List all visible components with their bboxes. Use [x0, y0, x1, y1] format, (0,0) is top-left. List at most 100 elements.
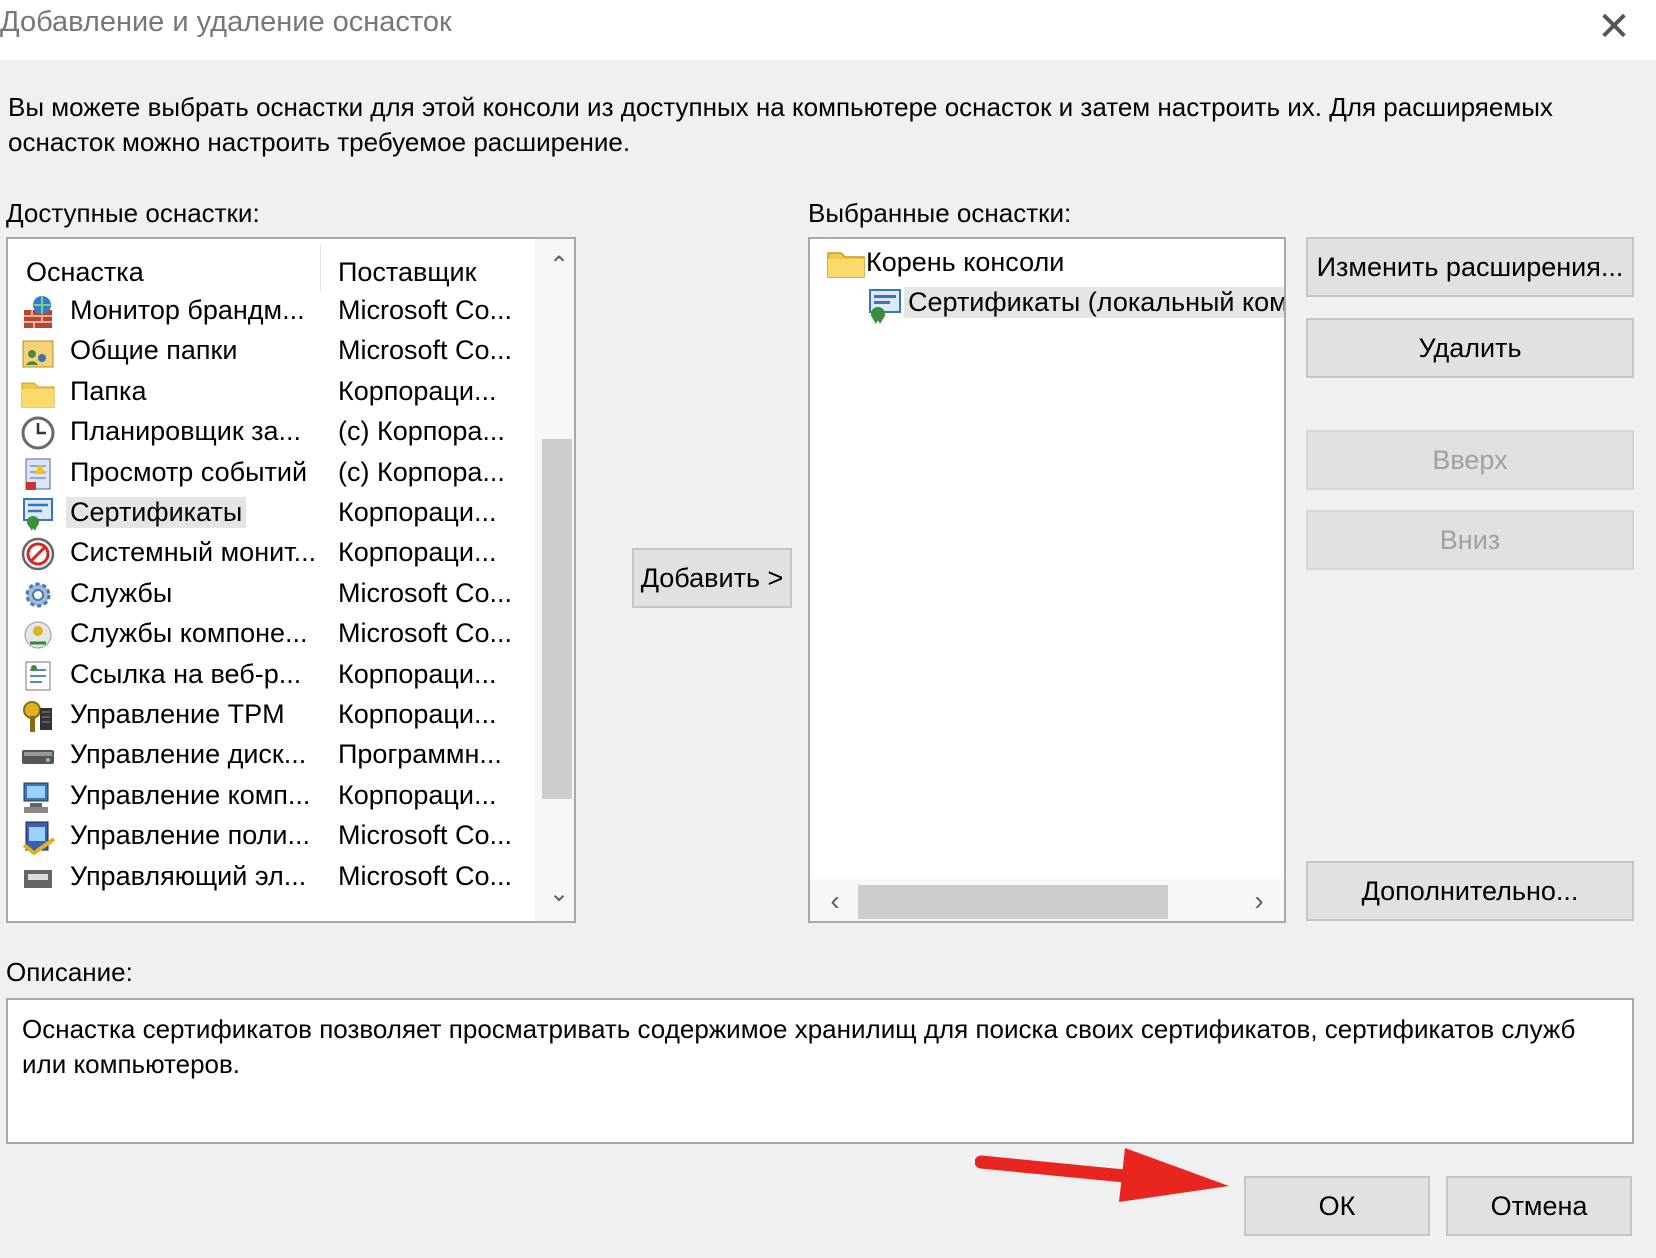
advanced-label: Дополнительно... [1361, 875, 1579, 906]
disk-icon [20, 738, 56, 774]
window-title: Добавление и удаление оснасток [0, 6, 452, 38]
list-item[interactable]: Управление поли... Microsoft Co... [8, 816, 528, 858]
remove-label: Удалить [1418, 332, 1522, 363]
available-label: Доступные оснастки: [6, 198, 260, 228]
snapin-name: Службы [70, 577, 173, 608]
gear-icon [20, 577, 56, 613]
list-item[interactable]: Службы Microsoft Co... [8, 574, 528, 616]
tree-child-certificates[interactable]: Сертификаты (локальный компьютер) [904, 287, 1284, 318]
list-item[interactable]: Управляющий эл... Microsoft Co... [8, 857, 528, 899]
list-item[interactable]: Службы компоне... Microsoft Co... [8, 614, 528, 656]
column-header-snapin[interactable]: Оснастка [26, 257, 144, 288]
description-box: Оснастка сертификатов позволяет просматр… [6, 998, 1634, 1144]
list-item[interactable]: Просмотр событий (c) Корпора... [8, 453, 528, 495]
annotation-arrow-icon [975, 1148, 1229, 1202]
snapin-vendor: Корпораци... [338, 537, 497, 568]
snapin-vendor: Microsoft Co... [338, 295, 513, 325]
add-button-label: Добавить > [640, 562, 784, 593]
title-bar: Добавление и удаление оснасток ✕ [0, 0, 1656, 60]
snapin-vendor: Microsoft Co... [338, 335, 513, 366]
list-item[interactable]: Ссылка на веб-р... Корпораци... [8, 655, 528, 697]
clock-icon [20, 415, 56, 451]
scroll-down-icon[interactable]: ⌄ [538, 873, 574, 913]
snapin-name: Просмотр событий [70, 456, 308, 487]
snapin-name: Монитор брандм... [70, 295, 305, 325]
list-item[interactable]: Сертификаты Корпораци... [8, 493, 528, 535]
move-up-label: Вверх [1432, 444, 1508, 475]
snapin-name: Планировщик за... [70, 416, 302, 447]
column-divider[interactable] [320, 245, 321, 291]
snapin-name: Сертификаты [66, 497, 247, 528]
folder-icon [20, 375, 56, 411]
move-down-label: Вниз [1439, 524, 1501, 555]
cancel-button[interactable]: Отмена [1446, 1176, 1632, 1236]
remove-button[interactable]: Удалить [1306, 318, 1634, 378]
snapin-vendor: Microsoft Co... [338, 577, 513, 608]
list-item[interactable]: Системный монит... Корпораци... [8, 533, 528, 575]
computer-management-icon [20, 779, 56, 815]
edit-extensions-button[interactable]: Изменить расширения... [1306, 237, 1634, 297]
move-up-button[interactable]: Вверх [1306, 430, 1634, 490]
available-snapins-list[interactable]: Оснастка Поставщик Монитор брандм... Micr… [6, 237, 576, 923]
horizontal-scrollbar[interactable]: ‹ › [810, 879, 1284, 921]
folder-icon [826, 245, 866, 281]
snapin-vendor: Корпораци... [338, 699, 497, 729]
vertical-scrollbar[interactable]: ⌃ ⌄ [534, 239, 574, 921]
control-icon [20, 860, 56, 896]
component-services-icon [20, 617, 56, 653]
scrollbar-thumb[interactable] [858, 885, 1168, 919]
advanced-button[interactable]: Дополнительно... [1306, 861, 1634, 921]
snapin-name: Папка [70, 375, 147, 406]
list-item[interactable]: Монитор брандм... Microsoft Co... [8, 291, 528, 333]
selected-label: Выбранные оснастки: [808, 198, 1072, 228]
selected-snapins-tree[interactable]: Корень консоли Сертификаты (локальный ко… [808, 237, 1286, 923]
snapin-vendor: Программн... [338, 739, 502, 770]
column-header-vendor[interactable]: Поставщик [338, 257, 476, 288]
certificate-icon [864, 287, 904, 325]
snapin-name: Управление TPM [70, 699, 285, 729]
snapin-vendor: Microsoft Co... [338, 618, 513, 649]
scroll-up-icon[interactable]: ⌃ [538, 245, 574, 285]
firewall-icon [20, 294, 56, 330]
list-item[interactable]: Папка Корпораци... [8, 372, 528, 414]
tree-root-label[interactable]: Корень консоли [866, 247, 1064, 278]
snapin-name: Ссылка на веб-р... [70, 658, 302, 689]
snapin-name: Системный монит... [70, 537, 317, 568]
cancel-label: Отмена [1490, 1190, 1588, 1221]
tpm-key-icon [20, 698, 56, 734]
snapin-vendor: Корпораци... [338, 497, 497, 527]
list-item[interactable]: Общие папки Microsoft Co... [8, 331, 528, 373]
snapin-name: Управление поли... [70, 820, 310, 851]
shared-folders-icon [20, 334, 56, 370]
scrollbar-thumb[interactable] [542, 439, 572, 799]
snapin-vendor: (c) Корпора... [338, 416, 505, 447]
snapin-vendor: Корпораци... [338, 779, 497, 810]
snapin-name: Службы компоне... [70, 618, 308, 649]
list-item[interactable]: Управление TPM Корпораци... [8, 695, 528, 737]
policy-icon [20, 819, 56, 856]
snapin-vendor: Корпораци... [338, 375, 497, 406]
snapin-vendor: Microsoft Co... [338, 820, 513, 851]
scroll-right-icon[interactable]: › [1238, 881, 1280, 921]
move-down-button[interactable]: Вниз [1306, 510, 1634, 570]
edit-extensions-label: Изменить расширения... [1316, 251, 1624, 282]
close-icon[interactable]: ✕ [1586, 4, 1642, 50]
certificate-icon [20, 496, 56, 532]
snapin-vendor: (c) Корпора... [338, 456, 505, 487]
snapin-name: Управление диск... [70, 739, 307, 770]
ok-button[interactable]: ОК [1244, 1176, 1430, 1236]
add-button[interactable]: Добавить > [632, 548, 792, 608]
snapin-vendor: Корпораци... [338, 658, 497, 689]
list-item[interactable]: Планировщик за... (c) Корпора... [8, 412, 528, 454]
scroll-left-icon[interactable]: ‹ [814, 881, 856, 921]
list-item[interactable]: Управление диск... Программн... [8, 735, 528, 777]
snapin-name: Управляющий эл... [70, 860, 307, 891]
description-label: Описание: [6, 957, 133, 987]
list-item[interactable]: Управление комп... Корпораци... [8, 776, 528, 818]
description-text: Оснастка сертификатов позволяет просматр… [22, 1014, 1576, 1079]
intro-text: Вы можете выбрать оснастки для этой конс… [8, 92, 1553, 157]
system-monitor-icon [20, 536, 56, 572]
ok-label: ОК [1318, 1190, 1356, 1221]
snapin-vendor: Microsoft Co... [338, 860, 513, 891]
snapin-name: Управление комп... [70, 779, 311, 810]
